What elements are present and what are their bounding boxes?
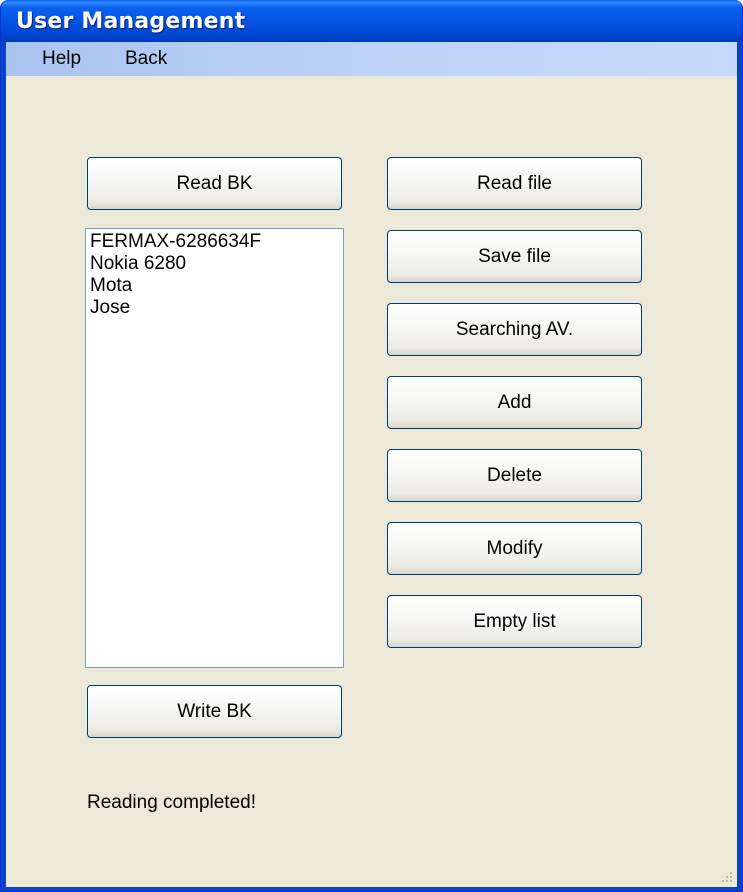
app-window: User Management Help Back Read BK FERMAX… <box>0 0 743 892</box>
window-title: User Management <box>16 9 246 34</box>
device-listbox[interactable]: FERMAX-6286634F Nokia 6280 Mota Jose <box>85 228 344 668</box>
resize-grip-icon[interactable] <box>719 869 733 883</box>
status-label: Reading completed! <box>87 792 256 813</box>
add-button[interactable]: Add <box>387 376 642 429</box>
window-client-area: Help Back Read BK FERMAX-6286634F Nokia … <box>6 42 737 887</box>
menu-bar: Help Back <box>6 42 737 76</box>
list-item[interactable]: Mota <box>90 275 339 297</box>
delete-button[interactable]: Delete <box>387 449 642 502</box>
read-file-button[interactable]: Read file <box>387 157 642 210</box>
menu-item-help[interactable]: Help <box>38 48 85 70</box>
title-bar[interactable]: User Management <box>1 0 742 42</box>
searching-av-button[interactable]: Searching AV. <box>387 303 642 356</box>
list-item[interactable]: Jose <box>90 297 339 319</box>
write-bk-button[interactable]: Write BK <box>87 685 342 738</box>
list-item[interactable]: Nokia 6280 <box>90 253 339 275</box>
empty-list-button[interactable]: Empty list <box>387 595 642 648</box>
save-file-button[interactable]: Save file <box>387 230 642 283</box>
menu-item-back[interactable]: Back <box>121 48 171 70</box>
list-item[interactable]: FERMAX-6286634F <box>90 231 339 253</box>
modify-button[interactable]: Modify <box>387 522 642 575</box>
read-bk-button[interactable]: Read BK <box>87 157 342 210</box>
